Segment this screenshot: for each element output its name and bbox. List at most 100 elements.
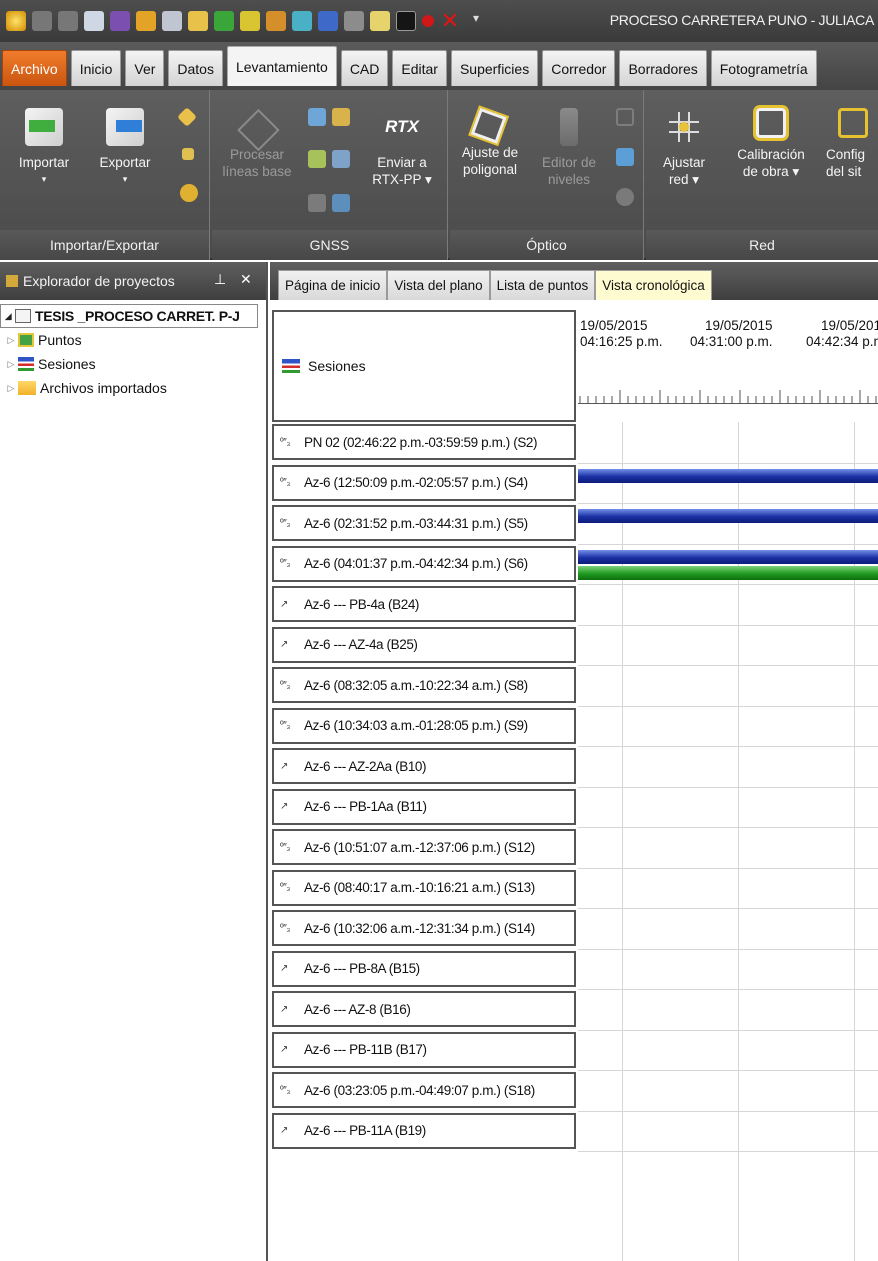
- draw-line-icon[interactable]: [188, 11, 208, 31]
- tab-corredor[interactable]: Corredor: [542, 50, 616, 86]
- grid-line-horizontal: [578, 1151, 878, 1152]
- enviar-rtx-pp-button[interactable]: RTX Enviar a RTX-PP ▾: [362, 108, 442, 188]
- optical-settings-icon[interactable]: [616, 188, 634, 206]
- session-row[interactable]: º″₃ Az-6 (10:51:07 a.m.-12:37:06 p.m.) (S…: [272, 829, 576, 865]
- explorer-icon: [6, 275, 18, 287]
- redo-icon[interactable]: [58, 11, 78, 31]
- group-label-importar-exportar: Importar/Exportar: [0, 230, 209, 260]
- undo-icon[interactable]: [32, 11, 52, 31]
- baseline-row[interactable]: ↗ Az-6 --- AZ-4a (B25): [272, 626, 576, 663]
- session-row[interactable]: º″₃ Az-6 (02:31:52 p.m.-03:44:31 p.m.) (S…: [272, 505, 576, 541]
- edit-session-icon[interactable]: [308, 108, 326, 126]
- tab-fotogrametria[interactable]: Fotogrametría: [710, 50, 817, 86]
- new-file-icon[interactable]: [84, 11, 104, 31]
- time-ruler[interactable]: [578, 390, 878, 404]
- editor-de-niveles-button[interactable]: Editor de niveles: [534, 108, 604, 188]
- green-point-icon[interactable]: [214, 11, 234, 31]
- baseline-row[interactable]: ↗ Az-6 --- PB-4a (B24): [272, 586, 576, 622]
- yellow-point-icon[interactable]: [240, 11, 260, 31]
- session-time-bar[interactable]: [578, 468, 878, 483]
- session-flag-icon[interactable]: [332, 108, 350, 126]
- baseline-time-bar[interactable]: [578, 565, 878, 580]
- gnss-grid-icon[interactable]: [308, 194, 326, 212]
- ajustar-red-button[interactable]: Ajustar red ▾: [654, 108, 714, 188]
- site-settings-icon: [838, 108, 868, 138]
- baseline-row[interactable]: ↗ Az-6 --- PB-8A (B15): [272, 950, 576, 987]
- tab-lista-de-puntos[interactable]: Lista de puntos: [489, 270, 596, 300]
- tab-pagina-de-inicio[interactable]: Página de inicio: [278, 270, 388, 300]
- sketch-icon[interactable]: [370, 11, 390, 31]
- app-logo-icon[interactable]: [6, 11, 26, 31]
- survey-icon[interactable]: [266, 11, 286, 31]
- triangle-import-icon[interactable]: [182, 148, 194, 160]
- tree-item-puntos[interactable]: ▷ Puntos: [0, 328, 266, 352]
- diamond-import-icon[interactable]: [177, 107, 197, 127]
- view-icon[interactable]: [344, 11, 364, 31]
- baseline-row[interactable]: ↗ Az-6 --- PB-1Aa (B11): [272, 788, 576, 825]
- row-label-text: Az-6 (03:23:05 p.m.-04:49:07 p.m.) (S18): [304, 1082, 535, 1098]
- procesar-lineas-base-button[interactable]: Procesar líneas base: [218, 108, 296, 180]
- timeline-time: 04:31:00 p.m.: [690, 334, 773, 349]
- session-row[interactable]: º″₃ Az-6 (03:23:05 p.m.-04:49:07 p.m.) (S…: [272, 1072, 576, 1108]
- tree-item-sesiones[interactable]: ▷ Sesiones: [0, 352, 266, 376]
- exportar-dropdown-arrow: ▾: [122, 174, 128, 184]
- gnss-export-icon[interactable]: [332, 194, 350, 212]
- expand-icon[interactable]: ▷: [4, 335, 18, 346]
- tab-cad[interactable]: CAD: [340, 50, 389, 86]
- black-square-icon[interactable]: [396, 11, 416, 31]
- record-icon[interactable]: [422, 15, 434, 27]
- tab-ver[interactable]: Ver: [125, 50, 165, 86]
- session-row[interactable]: º″₃ PN 02 (02:46:22 p.m.-03:59:59 p.m.) (…: [272, 424, 576, 460]
- optical-filter-icon[interactable]: [616, 108, 634, 126]
- expand-icon[interactable]: ▷: [4, 359, 18, 370]
- importar-button[interactable]: Importar ▾: [12, 108, 76, 188]
- calibracion-de-obra-button[interactable]: Calibración de obra ▾: [726, 108, 816, 180]
- gnss-receiver-icon[interactable]: [308, 150, 326, 168]
- import-point-icon[interactable]: [136, 11, 156, 31]
- tab-borradores[interactable]: Borradores: [619, 50, 707, 86]
- tab-superficies[interactable]: Superficies: [450, 50, 539, 86]
- delete-icon[interactable]: ✕: [440, 10, 460, 32]
- tab-datos[interactable]: Datos: [168, 50, 223, 86]
- baseline-row[interactable]: ↗ Az-6 --- AZ-2Aa (B10): [272, 748, 576, 784]
- tab-levantamiento[interactable]: Levantamiento: [226, 46, 337, 86]
- layer-icon[interactable]: [162, 11, 182, 31]
- grid-line-horizontal: [578, 827, 878, 828]
- configuracion-del-sitio-button[interactable]: Config del sit: [826, 108, 878, 180]
- baseline-row[interactable]: ↗ Az-6 --- PB-11A (B19): [272, 1112, 576, 1149]
- exportar-button[interactable]: Exportar ▾: [88, 108, 162, 188]
- rtx-icon: RTX: [385, 117, 419, 136]
- gear-import-icon[interactable]: [180, 184, 198, 202]
- session-row[interactable]: º″₃ Az-6 (10:34:03 a.m.-01:28:05 p.m.) (S…: [272, 707, 576, 744]
- session-row[interactable]: º″₃ Az-6 (08:40:17 a.m.-10:16:21 a.m.) (S…: [272, 869, 576, 906]
- pin-icon[interactable]: ⊥: [214, 271, 226, 288]
- tree-project-root[interactable]: ◢ TESIS _PROCESO CARRET. P-J: [0, 304, 258, 328]
- tree-item-archivos-importados[interactable]: ▷ Archivos importados: [0, 376, 266, 400]
- grid-line-horizontal: [578, 867, 878, 869]
- session-time-bar[interactable]: [578, 509, 878, 523]
- tab-archivo[interactable]: Archivo: [2, 50, 67, 86]
- save-icon[interactable]: [110, 11, 130, 31]
- gnss-icon[interactable]: [292, 11, 312, 31]
- session-time-bar[interactable]: [578, 549, 878, 564]
- ajuste-de-poligonal-button[interactable]: Ajuste de poligonal: [452, 107, 528, 178]
- optical-data-icon[interactable]: [616, 148, 634, 166]
- session-row[interactable]: º″₃ Az-6 (08:32:05 a.m.-10:22:34 a.m.) (S…: [272, 667, 576, 703]
- baseline-row[interactable]: ↗ Az-6 --- PB-11B (B17): [272, 1031, 576, 1068]
- tab-inicio[interactable]: Inicio: [70, 50, 122, 86]
- download-icon[interactable]: [318, 11, 338, 31]
- sessions-column-header[interactable]: Sesiones: [272, 310, 576, 422]
- tab-vista-del-plano[interactable]: Vista del plano: [387, 270, 490, 300]
- gnss-chart-icon[interactable]: [332, 150, 350, 168]
- session-row[interactable]: º″₃ Az-6 (04:01:37 p.m.-04:42:34 p.m.) (S…: [272, 545, 576, 582]
- document-tab-strip: Página de inicio Vista del plano Lista d…: [270, 262, 878, 300]
- customize-toolbar-icon[interactable]: ▾: [466, 11, 486, 31]
- baseline-row[interactable]: ↗ Az-6 --- AZ-8 (B16): [272, 991, 576, 1027]
- close-icon[interactable]: ✕: [240, 271, 252, 288]
- tab-editar[interactable]: Editar: [392, 50, 447, 86]
- expand-icon[interactable]: ▷: [4, 383, 18, 394]
- session-row[interactable]: º″₃ Az-6 (12:50:09 p.m.-02:05:57 p.m.) (S…: [272, 464, 576, 501]
- collapse-icon[interactable]: ◢: [1, 311, 15, 322]
- session-row[interactable]: º″₃ Az-6 (10:32:06 a.m.-12:31:34 p.m.) (S…: [272, 910, 576, 946]
- tab-vista-cronologica[interactable]: Vista cronológica: [595, 270, 712, 300]
